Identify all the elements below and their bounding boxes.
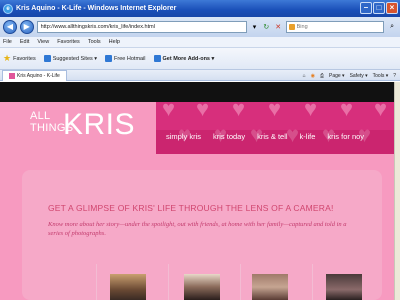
vertical-scrollbar[interactable] [394, 82, 400, 300]
back-button[interactable]: ◀ [3, 20, 17, 34]
minimize-button[interactable]: – [360, 2, 372, 14]
link-free-hotmail[interactable]: Free Hotmail [105, 55, 146, 62]
favorites-bar: ★ Favorites Suggested Sites ▾ Free Hotma… [0, 48, 400, 70]
feeds-icon[interactable]: ◉ [311, 73, 315, 79]
url-input[interactable]: http://www.allthingskris.com/kris_life/i… [36, 21, 248, 33]
nav-kris-today[interactable]: kris today [207, 132, 251, 141]
refresh-icon[interactable]: ↻ [262, 23, 271, 32]
forward-button[interactable]: ▶ [19, 20, 34, 34]
logo-all: ALL [30, 110, 51, 122]
page-headline: GET A GLIMPSE OF KRIS' LIFE THROUGH THE … [48, 203, 334, 213]
nav-kris-and-tell[interactable]: kris & tell [251, 132, 293, 141]
menu-tools[interactable]: Tools [88, 39, 101, 45]
close-button[interactable]: × [386, 2, 398, 14]
heart-icon: ♥ [304, 102, 318, 121]
search-icon[interactable]: ⌕ [387, 22, 397, 32]
ie-page-icon [43, 55, 51, 62]
divider [312, 264, 313, 300]
menu-view[interactable]: View [37, 39, 49, 45]
top-black-band [0, 82, 394, 102]
dropdown-icon[interactable]: ▾ [250, 23, 259, 32]
link-suggested-sites[interactable]: Suggested Sites ▾ [43, 55, 97, 62]
photo-thumbnail[interactable] [252, 274, 288, 300]
tools-menu[interactable]: Tools ▾ [373, 73, 389, 79]
photo-thumbnail[interactable] [184, 274, 220, 300]
safety-menu[interactable]: Safety ▾ [350, 73, 368, 79]
command-bar: ⌂ ◉ ⎙ Page ▾ Safety ▾ Tools ▾ ? [303, 70, 396, 81]
browser-window: e Kris Aquino - K-Life - Windows Interne… [0, 0, 400, 300]
favicon-icon [9, 72, 15, 79]
divider [96, 264, 97, 300]
address-bar: ◀ ▶ http://www.allthingskris.com/kris_li… [0, 17, 400, 37]
heart-icon: ♥ [340, 102, 354, 121]
heart-icon: ♥ [162, 102, 176, 121]
nav-k-life[interactable]: k-life [294, 132, 322, 141]
stop-icon[interactable]: ✕ [274, 23, 283, 32]
tab-bar: Kris Aquino - K-Life ⌂ ◉ ⎙ Page ▾ Safety… [0, 69, 400, 81]
menu-file[interactable]: File [3, 39, 12, 45]
window-controls: – □ × [360, 2, 398, 14]
photo-thumbnail[interactable] [326, 274, 362, 300]
tab-kris-aquino[interactable]: Kris Aquino - K-Life [2, 69, 67, 81]
web-page: ♥ ♥ ♥ ♥ ♥ ♥ ♥ ♥ ♥ ♥ ♥ ♥ ♥ ALL THINGS KRI… [0, 82, 394, 300]
nav-kris-for-noy[interactable]: kris for noy [321, 132, 370, 141]
photo-strip [0, 264, 394, 300]
star-icon: ★ [3, 53, 12, 63]
ie-page-icon [153, 55, 161, 62]
nav-simply-kris[interactable]: simply kris [160, 132, 207, 141]
page-subtext: Know more about her story—under the spot… [48, 221, 347, 237]
menu-bar: File Edit View Favorites Tools Help [0, 37, 400, 48]
home-icon[interactable]: ⌂ [303, 73, 306, 79]
print-icon[interactable]: ⎙ [320, 73, 324, 79]
menu-favorites[interactable]: Favorites [57, 39, 80, 45]
heart-icon: ♥ [196, 102, 210, 121]
help-icon[interactable]: ? [393, 73, 396, 79]
hearts-banner: ♥ ♥ ♥ ♥ ♥ ♥ ♥ ♥ ♥ ♥ ♥ ♥ ♥ [156, 102, 394, 154]
menu-edit[interactable]: Edit [20, 39, 29, 45]
menu-help[interactable]: Help [109, 39, 120, 45]
favorites-button[interactable]: ★ Favorites [3, 53, 36, 64]
photo-thumbnail[interactable] [110, 274, 146, 300]
heart-icon: ♥ [374, 102, 388, 121]
ie-logo-icon: e [3, 3, 13, 14]
title-bar: e Kris Aquino - K-Life - Windows Interne… [0, 0, 400, 17]
heart-icon: ♥ [268, 102, 282, 121]
divider [240, 264, 241, 300]
search-input[interactable]: Bing [285, 21, 385, 33]
heart-icon: ♥ [232, 102, 246, 121]
link-get-more-addons[interactable]: Get More Add-ons ▾ [153, 55, 214, 62]
page-menu[interactable]: Page ▾ [329, 73, 345, 79]
window-title: Kris Aquino - K-Life - Windows Internet … [16, 5, 177, 12]
logo-kris: KRIS [63, 108, 136, 141]
ie-page-icon [105, 55, 113, 62]
divider [168, 264, 169, 300]
maximize-button[interactable]: □ [373, 2, 385, 14]
site-nav: simply kris kris today kris & tell k-lif… [160, 132, 370, 141]
